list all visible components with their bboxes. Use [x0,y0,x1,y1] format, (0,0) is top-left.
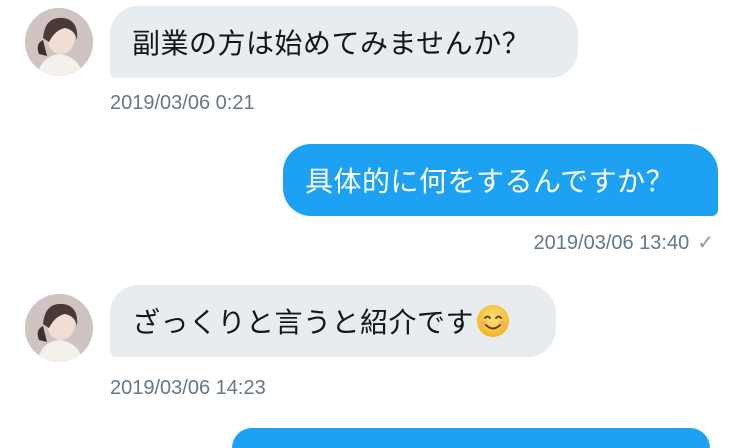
message-bubble[interactable]: 副業の方は始めてみませんか？ [110,6,578,78]
message-text: 副業の方は始めてみませんか？ [132,27,531,60]
message-text: ざっくりと言うと紹介です [132,306,475,339]
message-timestamp: 2019/03/06 14:23 [110,377,266,399]
avatar-image [25,8,93,76]
smiling-face-emoji [477,305,510,337]
message-timestamp: 2019/03/06 0:21 [110,92,255,114]
message-text: 具体的に何をするんですか？ [305,165,675,198]
message-bubble-partial[interactable] [232,428,710,448]
avatar-image [25,294,93,362]
message-timestamp: 2019/03/06 13:40 ✓ [533,232,714,254]
message-bubble[interactable]: ざっくりと言うと紹介です [110,285,556,357]
message-bubble[interactable]: 具体的に何をするんですか？ [283,144,718,216]
checkmark-icon: ✓ [697,232,714,254]
avatar[interactable] [25,8,93,76]
avatar[interactable] [25,294,93,362]
